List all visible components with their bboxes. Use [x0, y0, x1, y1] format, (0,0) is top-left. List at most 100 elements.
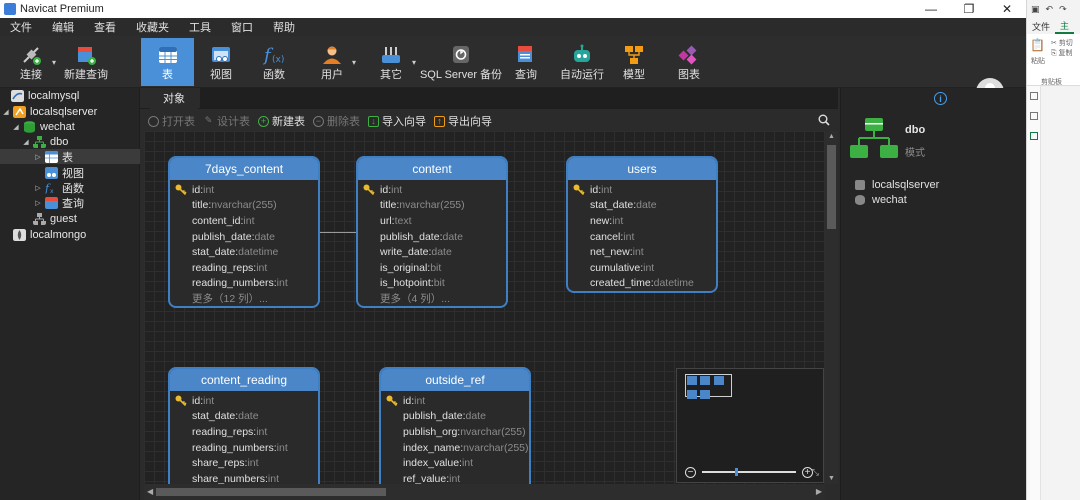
field-row[interactable]: title: nvarchar(255) — [358, 198, 506, 214]
collapse-icon[interactable]: ◢ — [12, 123, 20, 131]
resize-handle-icon[interactable]: ⤡ — [812, 467, 819, 478]
minimize-button[interactable]: — — [912, 0, 950, 18]
table-card-users[interactable]: users id: int stat_date: date new: int cance… — [566, 156, 718, 293]
connect-dropdown-icon[interactable]: ▾ — [52, 58, 56, 67]
tree-node-localsqlserver[interactable]: ◢ localsqlserver — [2, 104, 97, 119]
view-button[interactable]: 视图 — [205, 38, 237, 86]
copy-button[interactable]: ⎘ 复制 — [1051, 48, 1073, 58]
menu-edit[interactable]: 编辑 — [42, 19, 84, 35]
menu-favorites[interactable]: 收藏夹 — [126, 19, 179, 35]
horizontal-scrollbar[interactable]: ◀ ▶ — [144, 484, 825, 500]
table-card-content[interactable]: content id: int title: nvarchar(255) url: t… — [356, 156, 508, 308]
field-row[interactable]: id: int — [568, 182, 716, 198]
vertical-scrollbar[interactable]: ▲ ▼ — [825, 131, 838, 484]
model-button[interactable]: 模型 — [619, 38, 649, 86]
tree-node-guest[interactable]: guest — [22, 211, 77, 226]
menu-window[interactable]: 窗口 — [221, 19, 263, 35]
more-columns-link[interactable]: 更多（4 列）... — [358, 291, 506, 306]
tree-node-localmysql[interactable]: localmysql — [0, 88, 79, 103]
horizontal-scroll-thumb[interactable] — [156, 488, 386, 496]
field-row[interactable]: write_date: date — [358, 244, 506, 260]
tree-node-functions[interactable]: ▷ fx 函数 — [34, 180, 84, 195]
sqlserver-backup-button[interactable]: SQL Server 备份 — [420, 38, 502, 86]
menu-help[interactable]: 帮助 — [263, 19, 305, 35]
field-row[interactable]: cumulative: int — [568, 260, 716, 276]
connect-button[interactable]: 连接 ▾ — [14, 38, 56, 86]
info-icon[interactable]: i — [934, 92, 947, 105]
field-row[interactable]: cancel: int — [568, 229, 716, 245]
diagram-minimap[interactable]: − + ⤡ — [676, 368, 824, 483]
field-row[interactable]: share_reps: int — [170, 455, 318, 471]
field-row[interactable]: stat_date: date — [170, 409, 318, 425]
field-row[interactable]: share_numbers: int — [170, 471, 318, 484]
query-button[interactable]: 查询 — [511, 38, 541, 86]
side-icon[interactable] — [1030, 112, 1038, 120]
expand-icon[interactable]: ▷ — [34, 199, 42, 207]
field-row[interactable]: reading_numbers: int — [170, 440, 318, 456]
user-button[interactable]: 用户 ▾ — [316, 38, 356, 86]
field-row[interactable]: index_name: nvarchar(255) — [381, 440, 529, 456]
tree-node-tables[interactable]: ▷ 表 — [0, 149, 140, 164]
field-row[interactable]: id: int — [170, 182, 318, 198]
field-row[interactable]: reading_numbers: int — [170, 276, 318, 292]
new-table-button[interactable]: + 新建表 — [258, 113, 305, 129]
expand-icon[interactable]: ▷ — [34, 184, 42, 192]
tree-node-dbo[interactable]: ◢ dbo — [22, 134, 68, 149]
field-row[interactable]: is_hotpoint: bit — [358, 276, 506, 292]
paste-icon[interactable]: 📋 — [1030, 38, 1045, 52]
tab-objects[interactable]: 对象 — [150, 88, 198, 109]
field-row[interactable]: content_id: int — [170, 213, 318, 229]
field-row[interactable]: is_original: bit — [358, 260, 506, 276]
menu-file[interactable]: 文件 — [0, 19, 42, 35]
field-row[interactable]: net_new: int — [568, 244, 716, 260]
save-icon[interactable]: ▣ — [1031, 4, 1040, 15]
collapse-icon[interactable]: ◢ — [22, 138, 30, 146]
redo-icon[interactable]: ↷ — [1059, 4, 1067, 15]
automation-button[interactable]: 自动运行 — [560, 38, 604, 86]
table-button[interactable]: 表 — [141, 38, 194, 86]
tree-node-queries[interactable]: ▷ 查询 — [34, 195, 84, 210]
field-row[interactable]: stat_date: datetime — [170, 244, 318, 260]
field-row[interactable]: publish_date: date — [170, 229, 318, 245]
field-row[interactable]: url: text — [358, 213, 506, 229]
cut-button[interactable]: ✂ 剪切 — [1051, 38, 1073, 48]
undo-icon[interactable]: ↶ — [1046, 4, 1054, 15]
field-row[interactable]: title: nvarchar(255) — [170, 198, 318, 214]
scroll-up-icon[interactable]: ▲ — [828, 133, 835, 140]
chart-button[interactable]: 图表 — [674, 38, 704, 86]
field-row[interactable]: index_value: int — [381, 455, 529, 471]
new-query-button[interactable]: 新建查询 — [64, 38, 108, 86]
function-button[interactable]: f (x) 函数 — [258, 38, 290, 86]
field-row[interactable]: publish_org: nvarchar(255) — [381, 424, 529, 440]
field-row[interactable]: publish_date: date — [381, 409, 529, 425]
scroll-right-icon[interactable]: ▶ — [816, 487, 822, 496]
other-dropdown-icon[interactable]: ▾ — [412, 58, 416, 67]
zoom-slider-knob[interactable] — [734, 468, 738, 476]
search-icon[interactable] — [818, 114, 830, 126]
tree-node-wechat[interactable]: ◢ wechat — [12, 119, 75, 134]
expand-icon[interactable]: ▷ — [34, 153, 42, 161]
close-button[interactable]: ✕ — [988, 0, 1026, 18]
zoom-out-button[interactable]: − — [685, 466, 696, 478]
user-dropdown-icon[interactable]: ▾ — [352, 58, 356, 67]
export-wizard-button[interactable]: ↑ 导出向导 — [434, 113, 492, 129]
ribbon-tab-home[interactable]: 主 — [1055, 19, 1075, 34]
more-columns-link[interactable]: 更多（12 列）... — [170, 291, 318, 306]
other-button[interactable]: 其它 ▾ — [374, 38, 416, 86]
side-icon[interactable] — [1030, 92, 1038, 100]
tree-node-views[interactable]: 视图 — [34, 165, 84, 180]
vertical-scroll-thumb[interactable] — [827, 145, 836, 229]
table-card-7days-content[interactable]: 7days_content id: int title: nvarchar(255)… — [168, 156, 320, 308]
collapse-icon[interactable]: ◢ — [2, 108, 10, 116]
open-table-button[interactable]: 打开表 — [148, 113, 195, 129]
table-card-content-reading[interactable]: content_reading id: int stat_date: date rea… — [168, 367, 320, 484]
ribbon-tab-file[interactable]: 文件 — [1027, 20, 1055, 33]
scroll-left-icon[interactable]: ◀ — [147, 487, 153, 496]
field-row[interactable]: reading_reps: int — [170, 424, 318, 440]
menu-view[interactable]: 查看 — [84, 19, 126, 35]
field-row[interactable]: id: int — [170, 393, 318, 409]
field-row[interactable]: id: int — [358, 182, 506, 198]
field-row[interactable]: id: int — [381, 393, 529, 409]
field-row[interactable]: ref_value: int — [381, 471, 529, 484]
field-row[interactable]: stat_date: date — [568, 198, 716, 214]
